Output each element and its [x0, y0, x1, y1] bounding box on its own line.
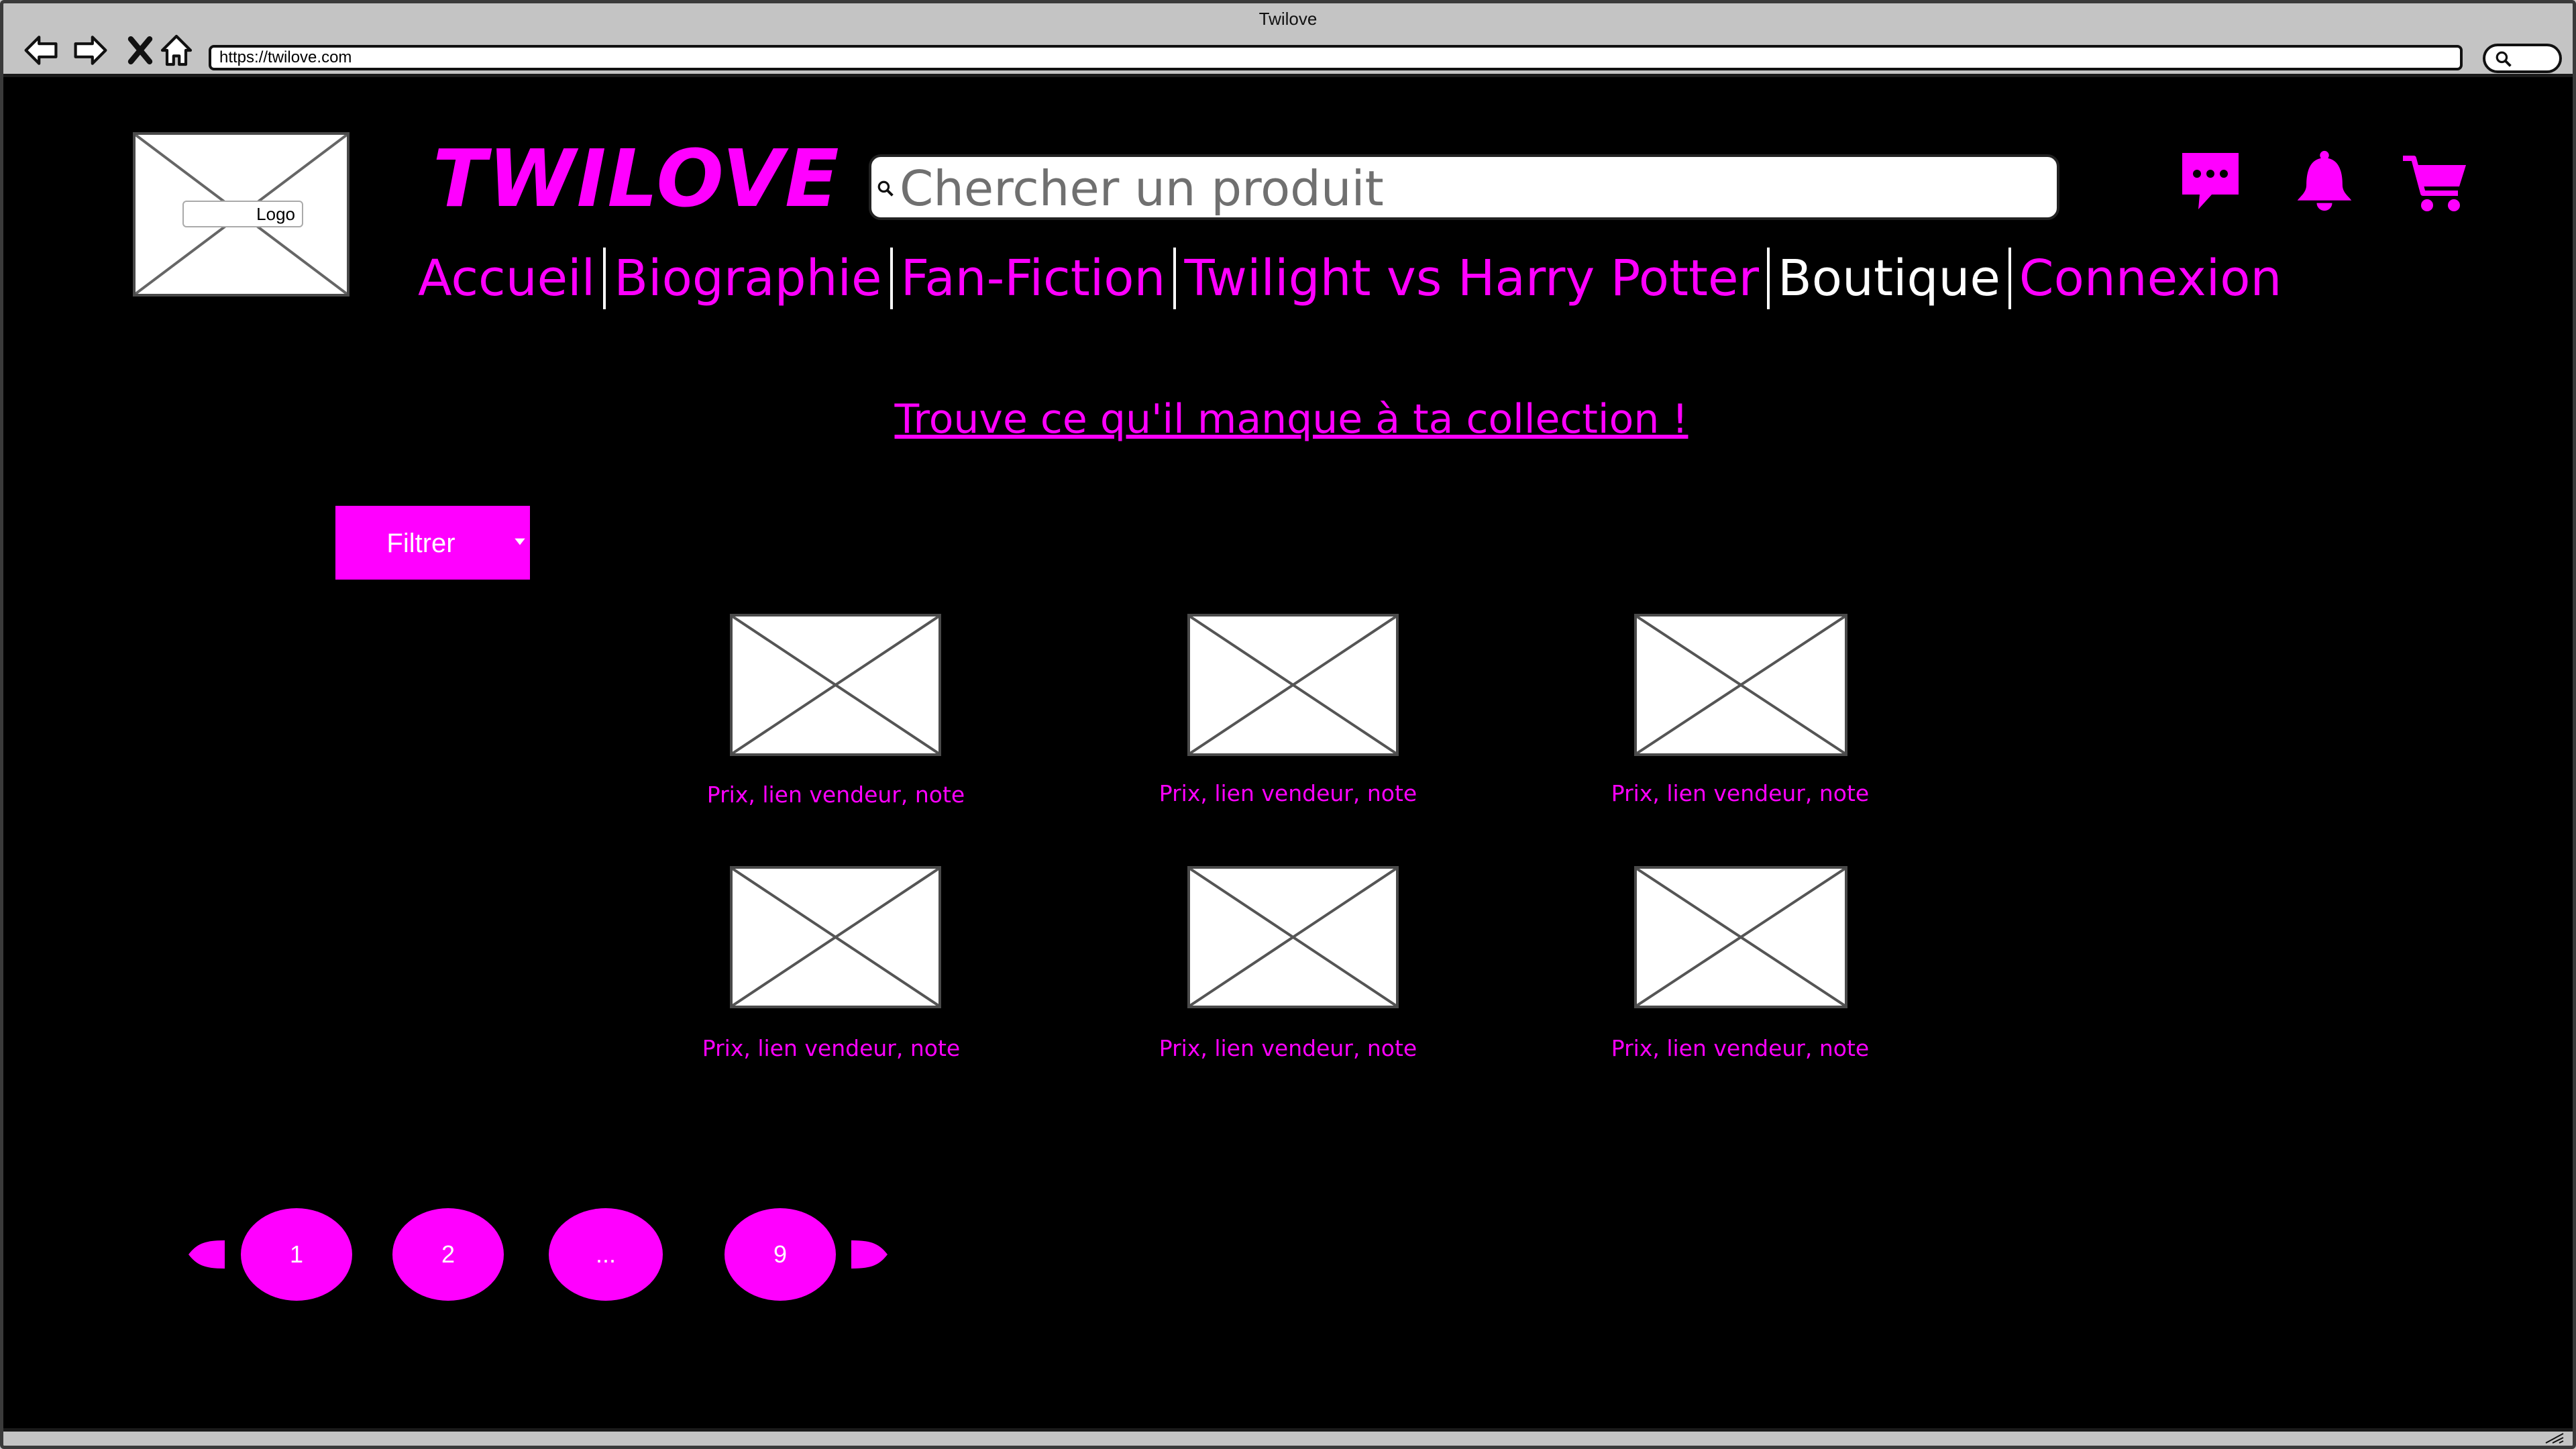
nav-item-boutique[interactable]: Boutique — [1774, 250, 2004, 307]
window-title: Twilove — [1258, 9, 1318, 29]
product-image[interactable] — [730, 866, 941, 1008]
page-headline[interactable]: Trouve ce qu'il manque à ta collection ! — [3, 396, 2573, 443]
forward-icon[interactable] — [70, 30, 111, 70]
nav-item-twilight-vs-harry-potter[interactable]: Twilight vs Harry Potter — [1180, 250, 1763, 307]
home-icon[interactable] — [156, 30, 197, 70]
product-image[interactable] — [730, 614, 941, 756]
search-icon — [2496, 51, 2512, 67]
logo-label: Logo — [182, 201, 303, 227]
nav-item-fan-fiction[interactable]: Fan-Fiction — [897, 250, 1170, 307]
url-bar[interactable]: https://twilove.com — [209, 45, 2463, 70]
product-image[interactable] — [1634, 614, 1847, 756]
nav-separator — [890, 248, 893, 309]
product-search[interactable] — [869, 154, 2059, 220]
page-button-9[interactable]: 9 — [724, 1208, 836, 1301]
caret-down-icon — [515, 538, 525, 545]
product-caption[interactable]: Prix, lien vendeur, note — [1586, 1035, 1894, 1061]
product-caption[interactable]: Prix, lien vendeur, note — [677, 1035, 985, 1061]
nav-separator — [2008, 248, 2011, 309]
site-page: Logo TWILOVE Chercher un produit Accueil… — [3, 77, 2573, 1428]
resize-grip-icon[interactable] — [2543, 1432, 2566, 1444]
main-nav: Accueil Biographie Fan-Fiction Twilight … — [414, 245, 2286, 312]
product-caption[interactable]: Prix, lien vendeur, note — [1134, 780, 1442, 806]
page-button-ellipsis[interactable]: ... — [549, 1208, 663, 1301]
page-button-1[interactable]: 1 — [241, 1208, 352, 1301]
product-caption[interactable]: Prix, lien vendeur, note — [1134, 1035, 1442, 1061]
search-input[interactable] — [898, 161, 2041, 216]
nav-item-connexion[interactable]: Connexion — [2015, 250, 2286, 307]
brand-title[interactable]: TWILOVE — [433, 139, 841, 218]
page-button-2[interactable]: 2 — [392, 1208, 504, 1301]
chat-icon[interactable] — [2177, 148, 2244, 215]
bell-icon[interactable] — [2292, 148, 2357, 215]
browser-search-field[interactable] — [2483, 44, 2562, 73]
nav-item-accueil[interactable]: Accueil — [414, 250, 599, 307]
filter-label: Filtrer — [386, 529, 455, 558]
back-icon[interactable] — [21, 30, 61, 70]
cart-icon[interactable] — [2402, 154, 2469, 215]
product-image[interactable] — [1634, 866, 1847, 1008]
nav-item-biographie[interactable]: Biographie — [610, 250, 885, 307]
close-icon[interactable] — [120, 30, 160, 70]
search-icon — [877, 180, 894, 197]
product-image[interactable] — [1187, 866, 1399, 1008]
nav-separator — [603, 248, 606, 309]
previous-page-icon[interactable] — [187, 1238, 226, 1271]
product-image[interactable] — [1187, 614, 1399, 756]
next-page-icon[interactable] — [850, 1238, 889, 1271]
filter-dropdown[interactable]: Filtrer — [335, 506, 530, 580]
nav-separator — [1767, 248, 1770, 309]
logo-image[interactable]: Logo — [133, 132, 350, 297]
nav-separator — [1173, 248, 1177, 309]
browser-window: Twilove https://twilove.com Logo TWILOVE — [0, 0, 2576, 1449]
browser-statusbar — [3, 1428, 2573, 1446]
product-caption[interactable]: Prix, lien vendeur, note — [1586, 780, 1894, 806]
browser-titlebar: Twilove https://twilove.com — [3, 3, 2573, 77]
product-caption[interactable]: Prix, lien vendeur, note — [682, 782, 990, 808]
